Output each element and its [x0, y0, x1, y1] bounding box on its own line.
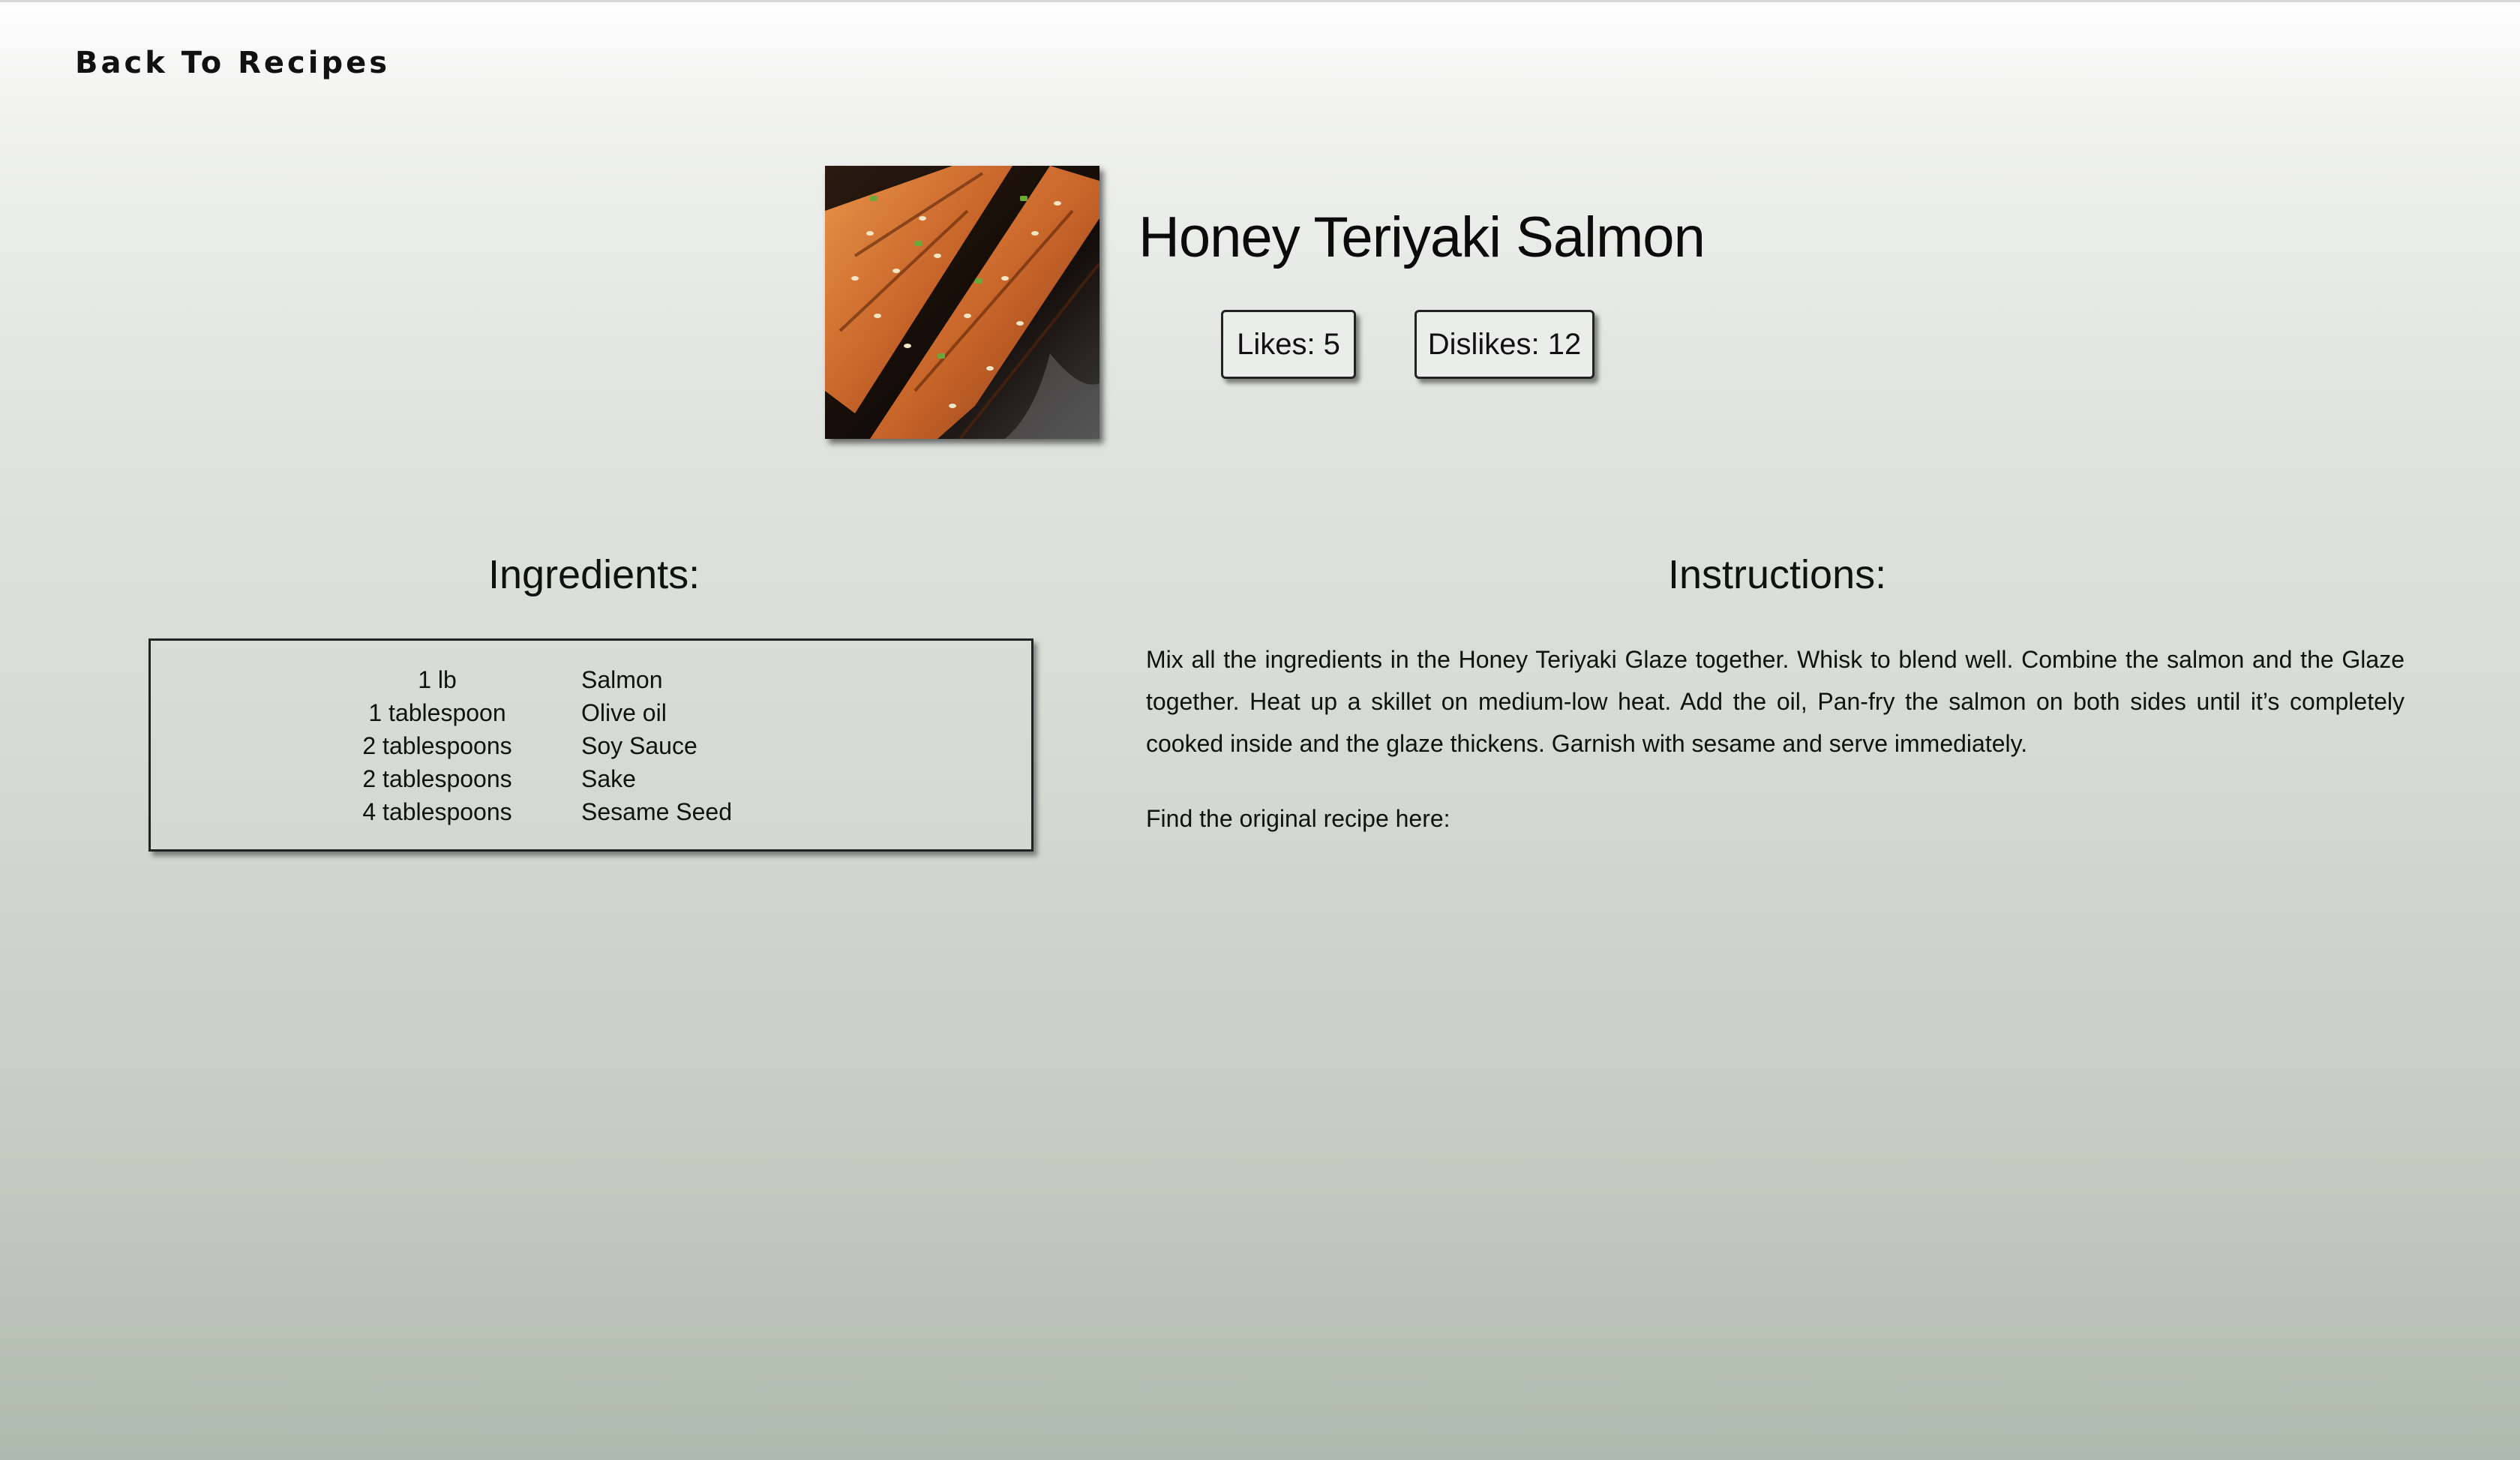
ingredient-row: 2 tablespoons Soy Sauce [151, 729, 1031, 762]
ingredients-list: 1 lb Salmon 1 tablespoon Olive oil 2 tab… [151, 663, 1031, 828]
ingredients-heading: Ingredients: [488, 552, 700, 597]
ingredient-row: 1 lb Salmon [151, 663, 1031, 696]
back-to-recipes-link[interactable]: Back To Recipes [75, 46, 390, 80]
ingredient-name: Sesame Seed [581, 798, 733, 825]
ingredient-quantity: 1 lb [418, 665, 457, 693]
likes-button[interactable]: Likes: 5 [1221, 310, 1356, 379]
ingredient-name: Soy Sauce [581, 732, 698, 759]
ingredient-quantity: 1 tablespoon [368, 698, 506, 726]
instructions-heading: Instructions: [1668, 552, 1887, 597]
recipe-hero: Honey Teriyaki Salmon Likes: 5 Dislikes:… [825, 166, 1725, 443]
ingredient-row: 1 tablespoon Olive oil [151, 696, 1031, 729]
ingredients-table: 1 lb Salmon 1 tablespoon Olive oil 2 tab… [148, 638, 1034, 852]
instructions-text: Mix all the ingredients in the Honey Ter… [1146, 646, 2404, 757]
recipe-photo [825, 166, 1100, 439]
ingredient-name: Sake [581, 765, 636, 792]
recipe-title: Honey Teriyaki Salmon [1138, 206, 1706, 269]
dislikes-button[interactable]: Dislikes: 12 [1414, 310, 1594, 379]
ingredient-row: 4 tablespoons Sesame Seed [151, 795, 1031, 828]
ingredient-quantity: 2 tablespoons [362, 732, 512, 759]
ingredient-quantity: 4 tablespoons [362, 798, 512, 825]
ingredient-quantity: 2 tablespoons [362, 765, 512, 792]
salmon-image [825, 166, 1100, 439]
ingredient-name: Olive oil [581, 698, 667, 726]
ingredient-row: 2 tablespoons Sake [151, 762, 1031, 795]
ingredient-name: Salmon [581, 665, 663, 693]
original-recipe-label: Find the original recipe here: [1146, 805, 1450, 832]
